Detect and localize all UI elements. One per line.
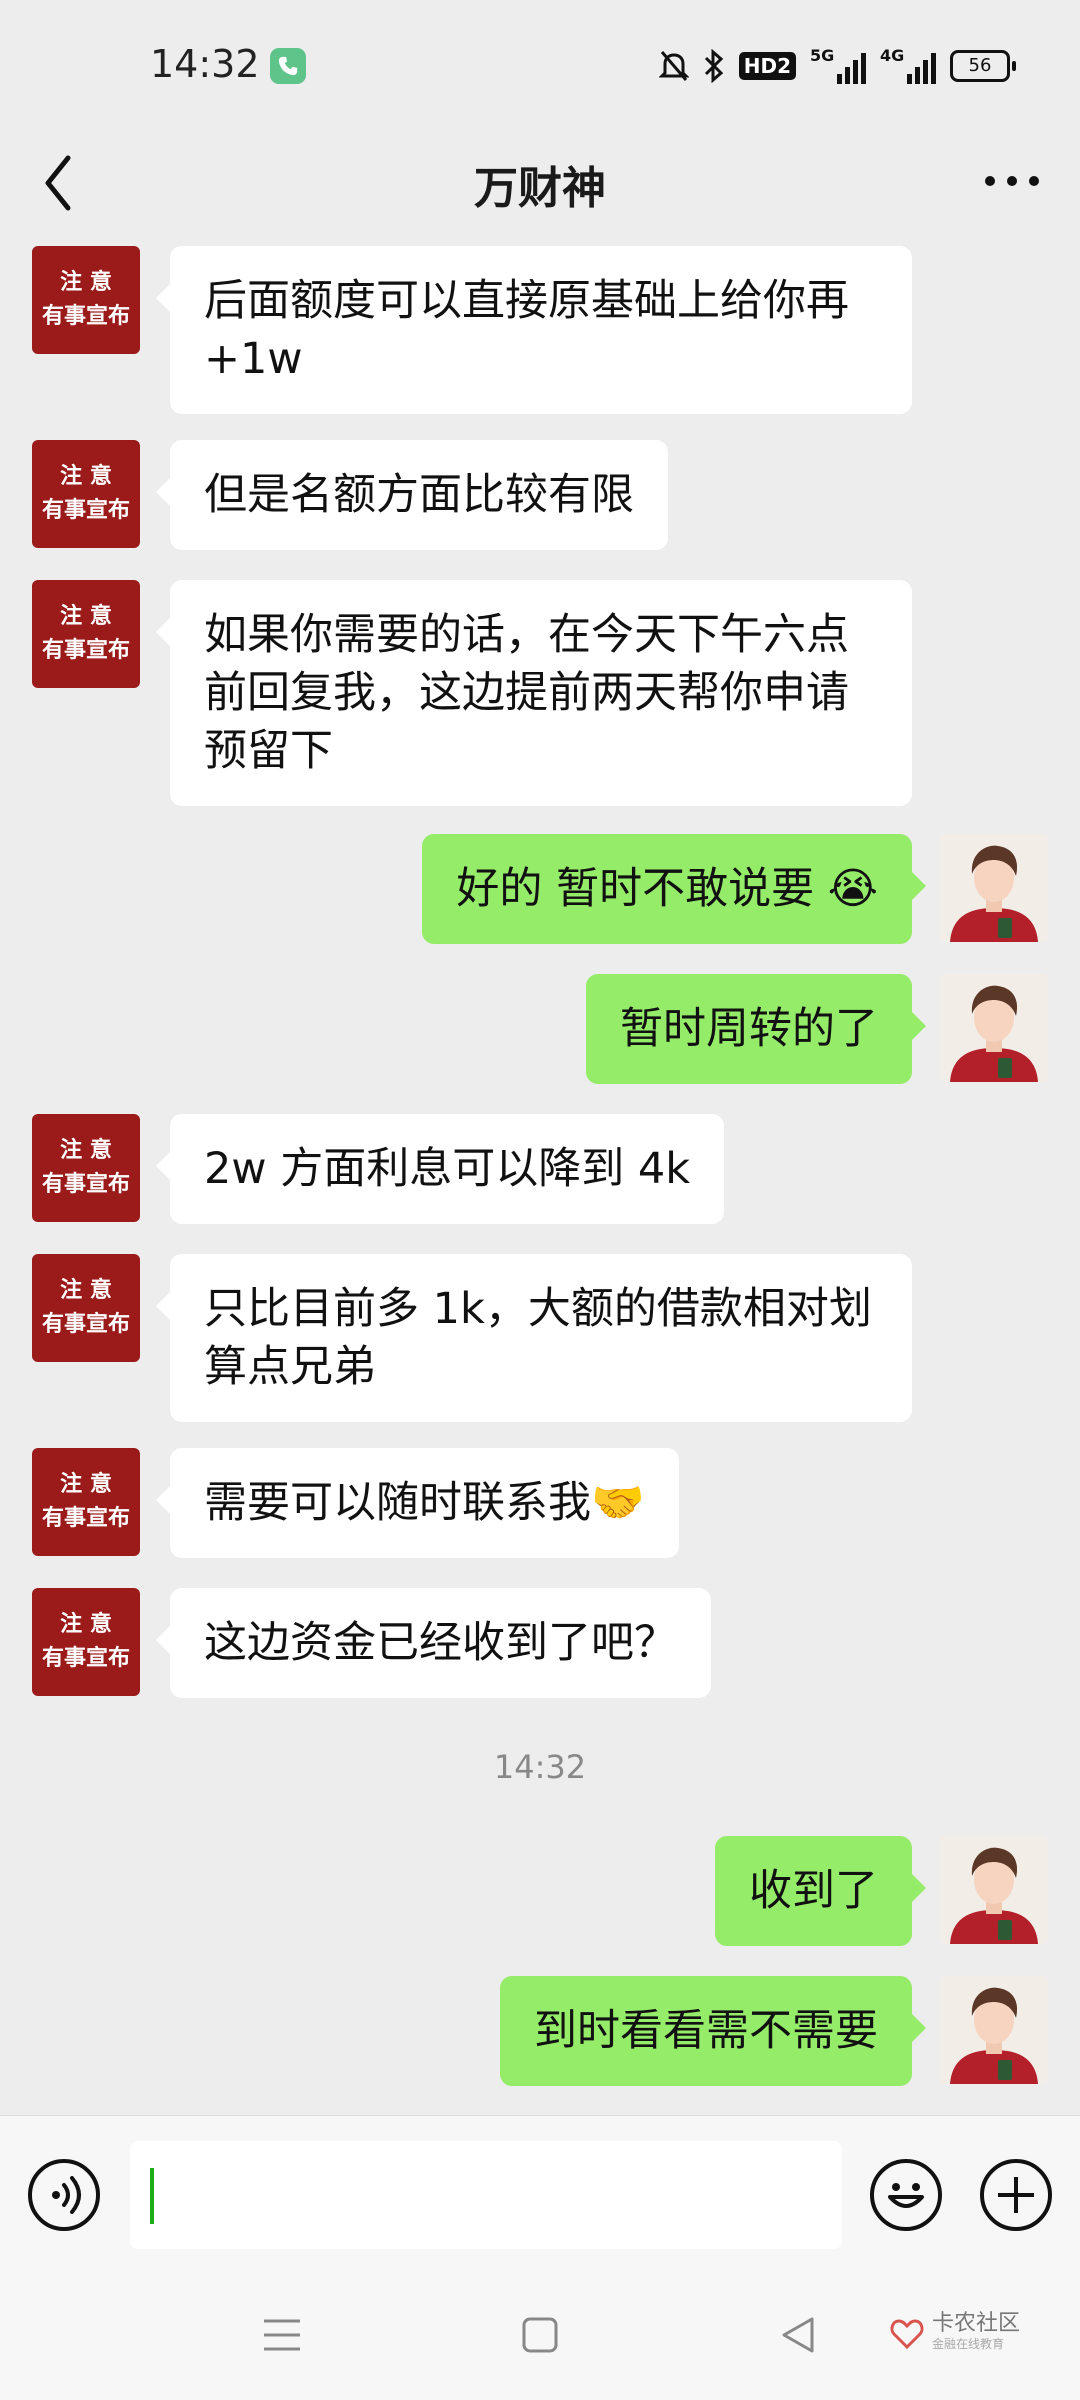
message-bubble-received[interactable]: 需要可以随时联系我🤝 [156,1448,679,1558]
emoji-button[interactable] [870,2159,942,2231]
self-avatar[interactable] [940,1976,1048,2084]
chat-title: 万财神 [474,163,606,214]
home-nav-icon[interactable] [520,2315,560,2355]
avatar-text-line1: 注 意 [60,604,112,629]
avatar-text-line2: 有事宣布 [41,1506,130,1531]
system-nav-bar: 卡农社区 金融在线教育 [0,2275,1080,2400]
chat-input-bar [0,2115,1080,2276]
call-icon [270,48,306,84]
message-input[interactable] [130,2141,842,2249]
voice-wave-icon [52,2176,81,2214]
user-portrait-icon [940,1976,1048,2084]
voice-input-button[interactable] [28,2159,100,2231]
net-label-4g: 4G [880,46,905,65]
battery-indicator: 56 [950,50,1016,82]
contact-avatar[interactable]: 注 意 有事宣布 [32,1448,140,1556]
hd-badge: HD2 [738,52,796,80]
contact-avatar[interactable]: 注 意 有事宣布 [32,1254,140,1362]
signal-4g-icon: 4G [880,46,936,86]
plus-icon [998,2177,1034,2213]
avatar-text-line2: 有事宣布 [41,498,130,523]
contact-avatar[interactable]: 注 意 有事宣布 [32,246,140,354]
avatar-text-line1: 注 意 [60,1472,112,1497]
contact-avatar[interactable]: 注 意 有事宣布 [32,580,140,688]
message-bubble-sent[interactable]: 暂时周转的了 [586,974,926,1084]
back-nav-icon[interactable] [778,2315,818,2355]
user-portrait-icon [940,1836,1048,1944]
message-bubble-sent[interactable]: 到时看看需不需要 [500,1976,926,2086]
message-timestamp: 14:32 [493,1748,587,1786]
more-dots-icon[interactable] [982,166,1042,196]
avatar-text-line1: 注 意 [60,1138,112,1163]
chat-header: 万财神 [0,130,1080,240]
avatar-text-line1: 注 意 [60,1278,112,1303]
smiley-icon [888,2183,924,2208]
bluetooth-icon [704,49,723,83]
status-time: 14:32 [150,42,260,86]
user-portrait-icon [940,834,1048,942]
watermark-logo-icon [890,2318,924,2349]
avatar-text-line2: 有事宣布 [41,638,130,663]
message-bubble-sent[interactable]: 好的 暂时不敢说要 😭 [422,834,926,944]
text-cursor [150,2168,154,2224]
message-bubble-sent[interactable]: 收到了 [715,1836,926,1946]
self-avatar[interactable] [940,1836,1048,1944]
self-avatar[interactable] [940,974,1048,1082]
message-bubble-received[interactable]: 后面额度可以直接原基础上给你再+1w [156,246,912,414]
avatar-text-line2: 有事宣布 [41,1312,130,1337]
contact-avatar[interactable]: 注 意 有事宣布 [32,1588,140,1696]
signal-5g-icon: 5G [810,46,866,86]
message-bubble-received[interactable]: 这边资金已经收到了吧？ [156,1588,711,1698]
net-label-5g: 5G [810,46,835,65]
menu-nav-icon[interactable] [262,2315,302,2355]
avatar-text-line2: 有事宣布 [41,304,130,329]
avatar-text-line2: 有事宣布 [41,1646,130,1671]
user-portrait-icon [940,974,1048,1082]
watermark-text: 卡农社区 [931,2311,1020,2336]
avatar-text-line1: 注 意 [60,1612,112,1637]
message-bubble-received[interactable]: 只比目前多 1k，大额的借款相对划算点兄弟 [156,1254,912,1422]
watermark-subtext: 金融在线教育 [931,2337,1004,2351]
avatar-text-line1: 注 意 [60,464,112,489]
avatar-text-line1: 注 意 [60,270,112,295]
message-bubble-received[interactable]: 但是名额方面比较有限 [156,440,668,550]
message-bubble-received[interactable]: 2w 方面利息可以降到 4k [155,1114,725,1224]
more-functions-button[interactable] [980,2159,1052,2231]
message-list[interactable]: 注 意 有事宣布 后面额度可以直接原基础上给你再+1w 注 意 有事宣布 但是名… [0,240,1080,2115]
watermark: 卡农社区 金融在线教育 [890,2313,1020,2352]
message-bubble-received[interactable]: 如果你需要的话，在今天下午六点前回复我，这边提前两天帮你申请预留下 [156,580,912,806]
contact-avatar[interactable]: 注 意 有事宣布 [32,1114,140,1222]
contact-avatar[interactable]: 注 意 有事宣布 [32,440,140,548]
status-bar: 14:32 HD2 5G 4G 56 [0,0,1080,130]
mute-bell-icon [658,51,689,81]
self-avatar[interactable] [940,834,1048,942]
avatar-text-line2: 有事宣布 [41,1172,130,1197]
